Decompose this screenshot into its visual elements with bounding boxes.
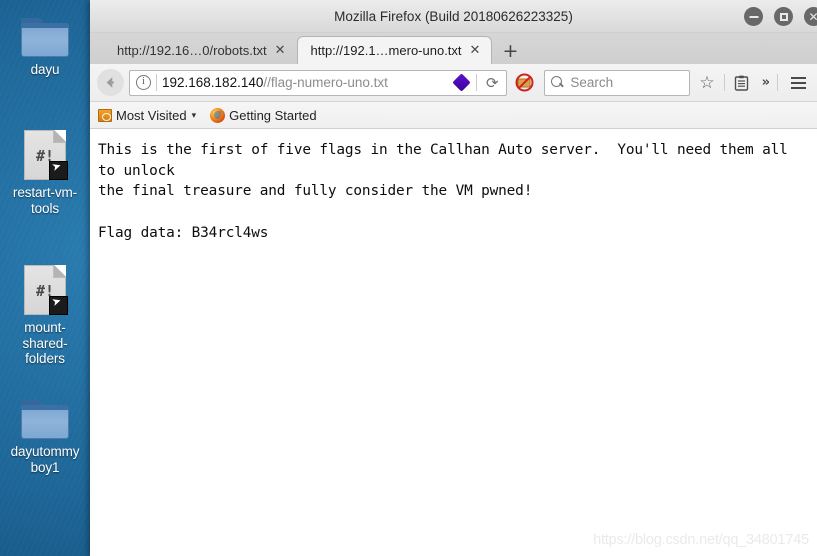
navigation-toolbar: 192.168.182.140//flag-numero-uno.txt ⟳ S… bbox=[90, 64, 817, 102]
menu-icon[interactable] bbox=[783, 76, 811, 89]
firefox-icon bbox=[210, 107, 226, 123]
back-button[interactable] bbox=[97, 69, 124, 96]
desktop-icon-dayutommyboy1[interactable]: dayutommy boy1 bbox=[0, 400, 90, 475]
shell-script-icon: #! bbox=[24, 130, 68, 180]
search-placeholder: Search bbox=[570, 75, 614, 90]
most-visited-icon bbox=[98, 108, 112, 122]
bookmarks-toolbar: Most Visited ▾ Getting Started bbox=[90, 102, 817, 129]
divider bbox=[476, 74, 478, 91]
page-content-area: This is the first of five flags in the C… bbox=[90, 129, 817, 556]
url-text: 192.168.182.140//flag-numero-uno.txt bbox=[162, 75, 447, 90]
tab-label: http://192.16…0/robots.txt bbox=[117, 43, 267, 58]
desktop-icon-mount-shared-folders[interactable]: #! mount- shared- folders bbox=[0, 265, 90, 367]
desktop-icon-dayu[interactable]: dayu bbox=[0, 18, 90, 78]
close-button[interactable]: ✕ bbox=[804, 7, 817, 26]
overflow-chevron-icon[interactable]: » bbox=[758, 75, 772, 90]
bookmark-getting-started[interactable]: Getting Started bbox=[210, 107, 317, 123]
reader-mode-icon[interactable] bbox=[452, 73, 472, 92]
maximize-button[interactable] bbox=[774, 7, 793, 26]
search-input[interactable]: Search bbox=[544, 69, 691, 96]
bookmark-label: Getting Started bbox=[229, 107, 317, 123]
library-icon[interactable] bbox=[730, 75, 753, 91]
noscript-icon[interactable] bbox=[514, 72, 535, 93]
search-icon bbox=[551, 76, 564, 89]
bookmark-most-visited[interactable]: Most Visited ▾ bbox=[98, 108, 196, 123]
executable-badge-icon bbox=[49, 296, 68, 315]
bookmark-star-icon[interactable]: ☆ bbox=[695, 73, 718, 93]
divider bbox=[156, 74, 157, 91]
executable-badge-icon bbox=[49, 161, 68, 180]
tab-label: http://192.1…mero-uno.txt bbox=[310, 43, 462, 58]
tab-close-icon[interactable]: ✕ bbox=[470, 44, 481, 57]
window-titlebar[interactable]: Mozilla Firefox (Build 20180626223325) ✕ bbox=[90, 0, 817, 33]
reload-icon[interactable]: ⟳ bbox=[482, 74, 502, 92]
firefox-window: Mozilla Firefox (Build 20180626223325) ✕… bbox=[90, 0, 817, 556]
tab-close-icon[interactable]: ✕ bbox=[275, 44, 286, 57]
folder-icon bbox=[21, 18, 69, 57]
divider bbox=[777, 74, 778, 91]
new-tab-button[interactable]: + bbox=[502, 42, 518, 61]
minimize-button[interactable] bbox=[744, 7, 763, 26]
divider bbox=[723, 74, 725, 91]
desktop-background: dayu #! restart-vm- tools #! mount- shar… bbox=[0, 0, 90, 556]
window-controls: ✕ bbox=[744, 7, 817, 26]
site-info-icon[interactable] bbox=[136, 75, 151, 90]
desktop-icon-label: dayu bbox=[30, 62, 60, 77]
desktop-icon-label: mount- shared- folders bbox=[22, 320, 68, 366]
desktop-icon-label: restart-vm- tools bbox=[12, 185, 78, 216]
bookmark-label: Most Visited bbox=[116, 107, 187, 123]
desktop-icon-restart-vm-tools[interactable]: #! restart-vm- tools bbox=[0, 130, 90, 216]
folder-icon bbox=[21, 400, 69, 439]
desktop-icon-label: dayutommy boy1 bbox=[10, 444, 80, 475]
url-host: 192.168.182.140 bbox=[162, 75, 264, 90]
shell-script-icon: #! bbox=[24, 265, 68, 315]
chevron-down-icon: ▾ bbox=[191, 109, 197, 120]
close-icon: ✕ bbox=[808, 11, 817, 23]
tab-robots-txt[interactable]: http://192.16…0/robots.txt ✕ bbox=[104, 37, 297, 64]
tab-strip: http://192.16…0/robots.txt ✕ http://192.… bbox=[90, 33, 817, 64]
tab-flag-numero-uno-txt[interactable]: http://192.1…mero-uno.txt ✕ bbox=[296, 36, 493, 64]
back-arrow-icon bbox=[106, 77, 114, 88]
url-path: //flag-numero-uno.txt bbox=[263, 75, 388, 90]
window-title: Mozilla Firefox (Build 20180626223325) bbox=[334, 9, 573, 24]
plaintext-body: This is the first of five flags in the C… bbox=[98, 142, 788, 241]
url-bar[interactable]: 192.168.182.140//flag-numero-uno.txt ⟳ bbox=[129, 69, 508, 96]
